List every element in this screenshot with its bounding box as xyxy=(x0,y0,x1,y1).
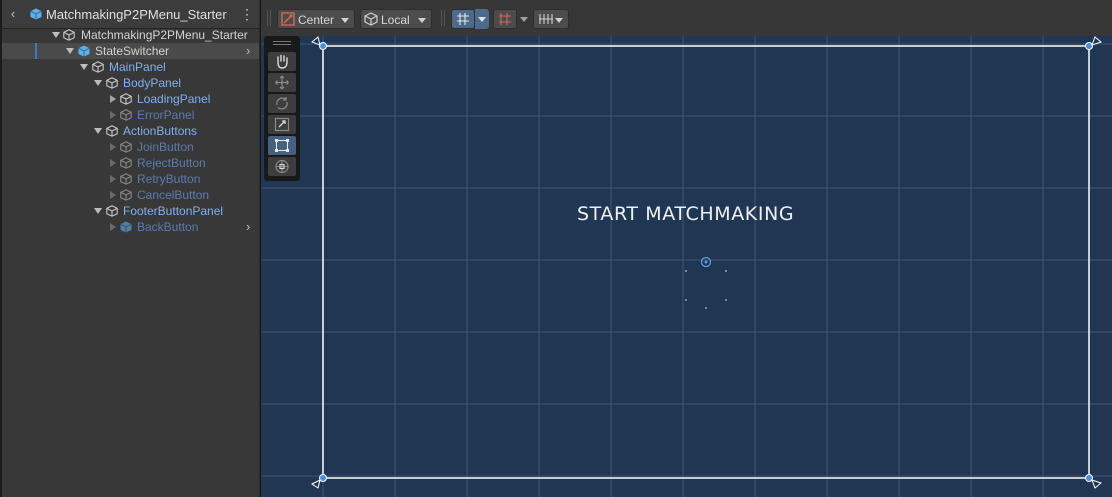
drag-handle-icon[interactable] xyxy=(273,41,291,45)
gameobject-cube-icon xyxy=(92,61,104,73)
pivot-label: Center xyxy=(298,13,335,27)
tree-item-cancelbutton[interactable]: CancelButton xyxy=(2,187,259,203)
scene-toolbar: Center Local xyxy=(261,0,1112,36)
collapsed-arrow-icon[interactable] xyxy=(110,95,116,103)
prefab-cube-icon xyxy=(30,8,42,20)
tree-item-root[interactable]: MatchmakingP2PMenu_Starter xyxy=(2,27,259,43)
collapsed-arrow-icon[interactable] xyxy=(110,159,116,167)
scene-view[interactable]: Center Local START MATCHMAKING xyxy=(260,0,1112,497)
dropdown-arrow-icon xyxy=(418,18,426,23)
tree-item-label: StateSwitcher xyxy=(95,44,170,58)
tree-item-label: JoinButton xyxy=(137,140,194,154)
snap-dropdown[interactable] xyxy=(517,9,531,29)
increment-snap-icon xyxy=(538,12,554,32)
back-icon[interactable]: ‹ xyxy=(6,5,20,23)
scale-tool-button[interactable] xyxy=(268,115,296,134)
gameobject-cube-icon xyxy=(120,189,132,201)
dropdown-arrow-icon xyxy=(341,18,349,23)
rect-transform-icon xyxy=(275,139,289,152)
toolbar-grip[interactable] xyxy=(441,10,445,26)
gameobject-cube-icon xyxy=(120,141,132,153)
gameobject-cube-icon xyxy=(120,93,132,105)
tree-item-label: FooterButtonPanel xyxy=(123,204,224,218)
move-tool-button[interactable] xyxy=(268,73,296,92)
tree-item-label: ActionButtons xyxy=(123,124,198,138)
tree-item-label: MatchmakingP2PMenu_Starter xyxy=(81,28,248,42)
tree-item-label: CancelButton xyxy=(137,188,210,202)
prefab-cube-icon xyxy=(78,45,90,57)
collapsed-arrow-icon[interactable] xyxy=(110,175,116,183)
tree-item-bodypanel[interactable]: BodyPanel xyxy=(2,75,259,91)
tree-item-joinbutton[interactable]: JoinButton xyxy=(2,139,259,155)
hand-tool-button[interactable] xyxy=(268,52,296,71)
transform-tool-button[interactable] xyxy=(268,157,296,176)
collapsed-arrow-icon[interactable] xyxy=(110,143,116,151)
prefab-title: MatchmakingP2PMenu_Starter xyxy=(46,7,227,22)
tree-item-label: ErrorPanel xyxy=(137,108,195,122)
tree-item-retrybutton[interactable]: RetryButton xyxy=(2,171,259,187)
tree-item-errorpanel[interactable]: ErrorPanel xyxy=(2,107,259,123)
dropdown-arrow-icon xyxy=(520,17,528,22)
collapsed-arrow-icon[interactable] xyxy=(110,223,116,231)
gameobject-cube-icon xyxy=(120,109,132,121)
expand-arrow-icon[interactable] xyxy=(94,80,102,86)
tree-item-stateswitcher[interactable]: StateSwitcher › xyxy=(2,43,259,59)
toolbar-grip[interactable] xyxy=(267,10,271,26)
snap-grid-icon xyxy=(498,12,512,32)
tree-item-label: BodyPanel xyxy=(123,76,182,90)
gameobject-cube-icon xyxy=(63,29,75,41)
space-local-dropdown[interactable]: Local xyxy=(360,9,432,29)
rotate-icon xyxy=(276,97,288,110)
collapsed-arrow-icon[interactable] xyxy=(110,191,116,199)
expand-arrow-icon[interactable] xyxy=(80,64,88,70)
move-icon xyxy=(275,75,289,90)
chevron-right-icon[interactable]: › xyxy=(246,219,250,235)
snap-toggle[interactable] xyxy=(493,9,517,29)
tree-item-rejectbutton[interactable]: RejectButton xyxy=(2,155,259,171)
prefab-cube-icon xyxy=(120,221,132,233)
local-space-icon xyxy=(364,12,378,32)
kebab-menu-icon[interactable]: ⋮ xyxy=(240,5,254,23)
gameobject-cube-icon xyxy=(120,173,132,185)
tools-overlay xyxy=(264,36,300,181)
pivot-center-dropdown[interactable]: Center xyxy=(277,9,355,29)
tree-item-backbutton[interactable]: BackButton › xyxy=(2,219,259,235)
tree-item-label: BackButton xyxy=(137,220,199,234)
grid-y-icon xyxy=(456,12,470,32)
scene-grid xyxy=(261,36,1112,497)
collapsed-arrow-icon[interactable] xyxy=(110,111,116,119)
tree-item-loadingpanel[interactable]: LoadingPanel xyxy=(2,91,259,107)
start-matchmaking-text: START MATCHMAKING xyxy=(577,203,795,225)
expand-arrow-icon[interactable] xyxy=(66,48,74,54)
grid-visibility-toggle[interactable] xyxy=(451,9,475,29)
dropdown-arrow-icon xyxy=(478,17,486,22)
expand-arrow-icon[interactable] xyxy=(94,208,102,214)
rotate-tool-button[interactable] xyxy=(268,94,296,113)
gameobject-cube-icon xyxy=(106,205,118,217)
space-label: Local xyxy=(381,13,410,27)
rect-tool-button[interactable] xyxy=(268,136,296,155)
increment-snap-dropdown[interactable] xyxy=(533,9,569,29)
pivot-center-icon xyxy=(281,12,295,32)
dropdown-arrow-icon xyxy=(555,18,563,23)
gameobject-cube-icon xyxy=(120,157,132,169)
transform-icon xyxy=(275,159,289,174)
tree-item-actionbuttons[interactable]: ActionButtons xyxy=(2,123,259,139)
tree-item-label: LoadingPanel xyxy=(137,92,211,106)
hierarchy-panel: ‹ MatchmakingP2PMenu_Starter ⋮ Matchmaki… xyxy=(2,0,259,497)
tree-item-footerbuttonpanel[interactable]: FooterButtonPanel xyxy=(2,203,259,219)
expand-arrow-icon[interactable] xyxy=(94,128,102,134)
gameobject-cube-icon xyxy=(106,125,118,137)
tree-item-label: MainPanel xyxy=(109,60,166,74)
grid-dropdown[interactable] xyxy=(475,9,489,29)
hand-icon xyxy=(277,54,288,69)
hierarchy-header: ‹ MatchmakingP2PMenu_Starter ⋮ xyxy=(2,0,259,29)
expand-arrow-icon[interactable] xyxy=(52,32,60,38)
chevron-right-icon[interactable]: › xyxy=(246,43,250,59)
scale-icon xyxy=(274,117,290,132)
tree-item-mainpanel[interactable]: MainPanel xyxy=(2,59,259,75)
tree-item-label: RejectButton xyxy=(137,156,206,170)
tree-item-label: RetryButton xyxy=(137,172,201,186)
gameobject-cube-icon xyxy=(106,77,118,89)
